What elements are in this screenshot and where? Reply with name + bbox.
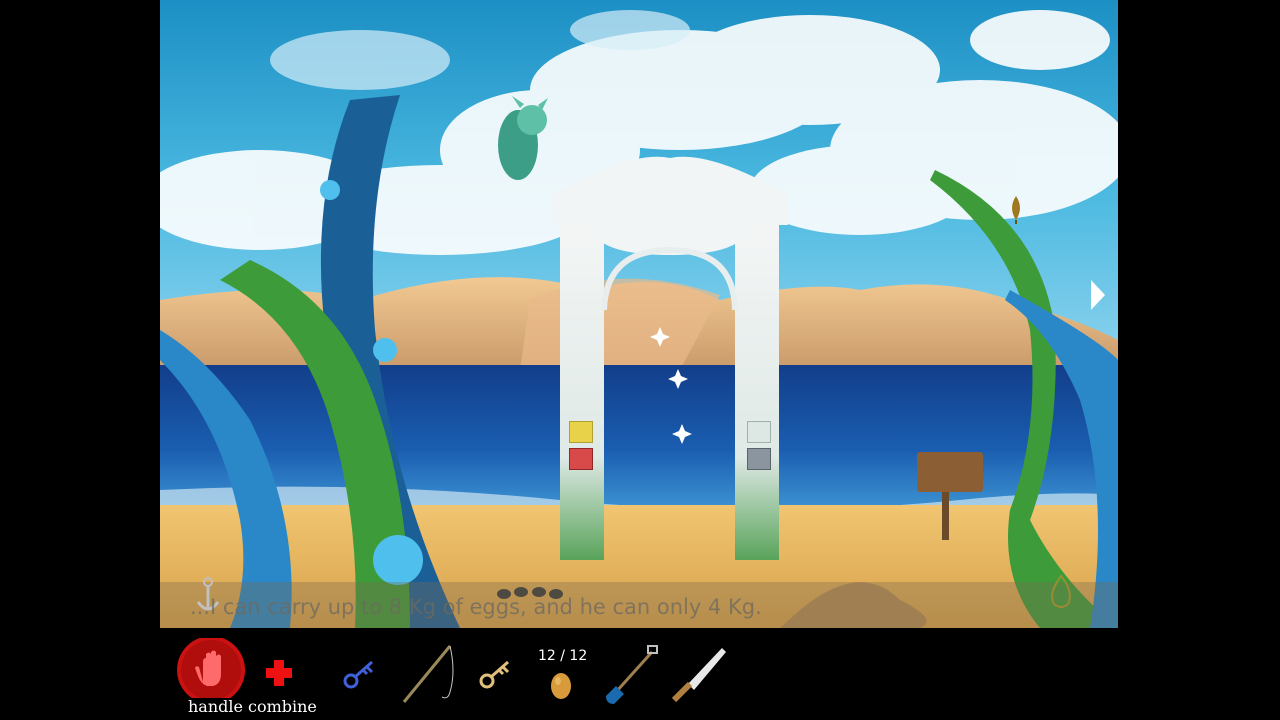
egg-item[interactable] — [549, 670, 573, 700]
handle-button[interactable] — [176, 638, 246, 698]
combine-button[interactable] — [264, 658, 294, 688]
dialogue-subtitle-bar: ...I can carry up to 8 Kg of eggs, and h… — [160, 574, 1118, 628]
combine-label: combine — [248, 697, 317, 716]
blue-key-icon — [343, 660, 374, 689]
scene-background — [160, 0, 1118, 628]
subtitle-text: ...I can carry up to 8 Kg of eggs, and h… — [190, 595, 762, 619]
gold-key-item[interactable] — [478, 658, 514, 690]
egg-count: 12 / 12 — [538, 648, 588, 664]
shovel-item[interactable] — [602, 644, 660, 706]
blue-key-item[interactable] — [342, 658, 378, 690]
inventory-toolbar: handle combine 12 / 12 — [0, 628, 1280, 720]
yellow-lock[interactable] — [569, 421, 593, 443]
knife-item[interactable] — [668, 644, 728, 706]
white-lock[interactable] — [747, 421, 771, 443]
handle-label: handle — [188, 697, 243, 716]
fishing-rod-icon — [402, 645, 454, 703]
shovel-icon — [606, 645, 658, 704]
game-scene[interactable]: ...I can carry up to 8 Kg of eggs, and h… — [160, 0, 1118, 628]
plus-icon — [266, 660, 292, 686]
gold-key-icon — [479, 660, 510, 689]
gray-lock[interactable] — [747, 448, 771, 470]
egg-icon — [551, 673, 571, 699]
navigate-right-arrow-icon[interactable] — [1088, 278, 1108, 312]
hand-icon — [177, 638, 245, 698]
leaf-item[interactable] — [1008, 196, 1024, 224]
red-lock[interactable] — [569, 448, 593, 470]
fishing-rod-item[interactable] — [400, 642, 458, 706]
knife-icon — [671, 648, 726, 703]
